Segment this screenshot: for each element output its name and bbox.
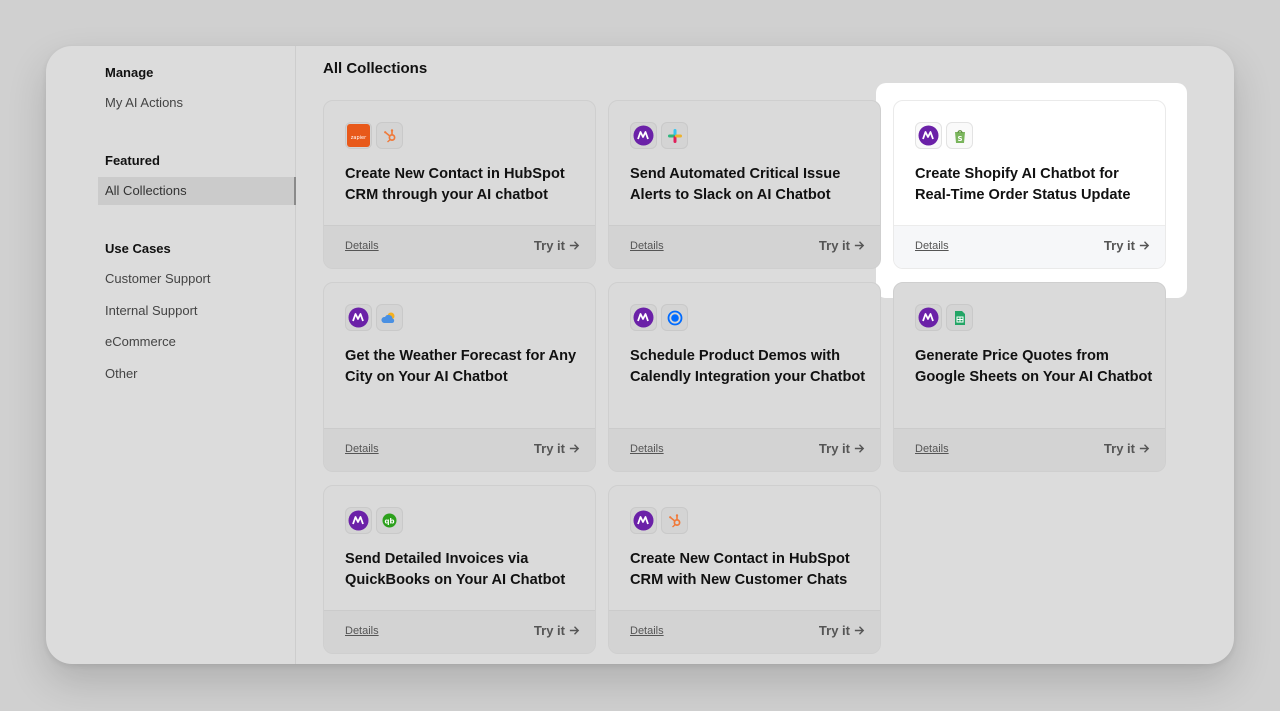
sidebar-item-my-ai-actions[interactable]: My AI Actions [98, 89, 296, 117]
chatbot-logo-icon [915, 304, 942, 331]
arrow-right-icon [854, 626, 865, 635]
svg-text:zapier: zapier [351, 135, 367, 141]
collection-card[interactable]: Schedule Product Demos with Calendly Int… [608, 282, 881, 472]
try-it-button[interactable]: Try it [819, 441, 866, 456]
try-it-button[interactable]: Try it [819, 238, 866, 253]
chatbot-logo-icon [915, 122, 942, 149]
arrow-right-icon [1139, 241, 1150, 250]
try-it-label: Try it [1103, 238, 1135, 253]
card-title: Create Shopify AI Chatbot for Real-Time … [915, 166, 1131, 203]
collection-card[interactable]: zapier Create New Contact in HubSpot CRM… [323, 100, 596, 269]
card-footer: Details Try it [324, 610, 595, 653]
arrow-right-icon [854, 241, 865, 250]
card-footer: Details Try it [609, 428, 880, 471]
slack-icon [661, 122, 688, 149]
collection-card-highlighted[interactable]: S Create Shopify AI Chatbot for Real-Tim… [893, 100, 1166, 269]
try-it-button[interactable]: Try it [534, 441, 581, 456]
card-title: Create New Contact in HubSpot CRM with N… [630, 551, 850, 588]
google-sheets-icon [946, 304, 973, 331]
sidebar: Manage My AI Actions Featured All Collec… [46, 46, 296, 664]
sidebar-item-all-collections[interactable]: All Collections [98, 177, 296, 205]
card-title: Generate Price Quotes from Google Sheets… [915, 348, 1153, 385]
details-link[interactable]: Details [915, 443, 949, 455]
collection-card[interactable]: Create New Contact in HubSpot CRM with N… [608, 485, 881, 654]
card-footer: Details Try it [324, 428, 595, 471]
hubspot-icon [661, 507, 688, 534]
details-link[interactable]: Details [345, 625, 379, 637]
arrow-right-icon [1139, 444, 1150, 453]
try-it-label: Try it [818, 623, 850, 638]
try-it-label: Try it [533, 623, 565, 638]
arrow-right-icon [854, 444, 865, 453]
chatbot-logo-icon [345, 304, 372, 331]
app-window: Manage My AI Actions Featured All Collec… [46, 46, 1234, 664]
chatbot-logo-icon [630, 304, 657, 331]
try-it-button[interactable]: Try it [534, 238, 581, 253]
try-it-label: Try it [533, 238, 565, 253]
svg-text:qb: qb [384, 518, 394, 526]
chatbot-logo-icon [630, 122, 657, 149]
card-footer: Details Try it [894, 428, 1165, 471]
zapier-icon: zapier [345, 122, 372, 149]
sidebar-heading-manage: Manage [105, 65, 154, 80]
shopify-icon: S [946, 122, 973, 149]
card-footer: Details Try it [894, 225, 1165, 268]
collection-card[interactable]: Generate Price Quotes from Google Sheets… [893, 282, 1166, 472]
quickbooks-icon: qb [376, 507, 403, 534]
card-footer: Details Try it [609, 225, 880, 268]
sidebar-heading-use-cases: Use Cases [105, 241, 171, 256]
arrow-right-icon [569, 444, 580, 453]
try-it-button[interactable]: Try it [819, 623, 866, 638]
details-link[interactable]: Details [630, 443, 664, 455]
hubspot-icon [376, 122, 403, 149]
card-footer: Details Try it [324, 225, 595, 268]
collection-card[interactable]: Get the Weather Forecast for Any City on… [323, 282, 596, 472]
details-link[interactable]: Details [915, 240, 949, 252]
card-title: Schedule Product Demos with Calendly Int… [630, 348, 866, 385]
page-title: All Collections [323, 60, 428, 77]
calendly-icon [661, 304, 688, 331]
sidebar-item-other[interactable]: Other [98, 360, 296, 388]
chatbot-logo-icon [345, 507, 372, 534]
sidebar-item-customer-support[interactable]: Customer Support [98, 265, 296, 293]
details-link[interactable]: Details [630, 625, 664, 637]
sidebar-item-internal-support[interactable]: Internal Support [98, 297, 296, 325]
card-title: Get the Weather Forecast for Any City on… [345, 348, 577, 385]
try-it-label: Try it [1103, 441, 1135, 456]
chatbot-logo-icon [630, 507, 657, 534]
try-it-label: Try it [818, 238, 850, 253]
try-it-button[interactable]: Try it [1104, 441, 1151, 456]
try-it-button[interactable]: Try it [534, 623, 581, 638]
collection-card[interactable]: Send Automated Critical Issue Alerts to … [608, 100, 881, 269]
weather-icon [376, 304, 403, 331]
details-link[interactable]: Details [345, 443, 379, 455]
collection-card[interactable]: qb Send Detailed Invoices via QuickBooks… [323, 485, 596, 654]
svg-text:S: S [957, 135, 962, 143]
card-footer: Details Try it [609, 610, 880, 653]
details-link[interactable]: Details [630, 240, 664, 252]
arrow-right-icon [569, 626, 580, 635]
card-title: Send Detailed Invoices via QuickBooks on… [345, 551, 566, 588]
card-title: Create New Contact in HubSpot CRM throug… [345, 166, 565, 203]
card-title: Send Automated Critical Issue Alerts to … [630, 166, 841, 203]
try-it-button[interactable]: Try it [1104, 238, 1151, 253]
details-link[interactable]: Details [345, 240, 379, 252]
try-it-label: Try it [533, 441, 565, 456]
try-it-label: Try it [818, 441, 850, 456]
arrow-right-icon [569, 241, 580, 250]
sidebar-item-ecommerce[interactable]: eCommerce [98, 328, 296, 356]
sidebar-heading-featured: Featured [105, 153, 160, 168]
